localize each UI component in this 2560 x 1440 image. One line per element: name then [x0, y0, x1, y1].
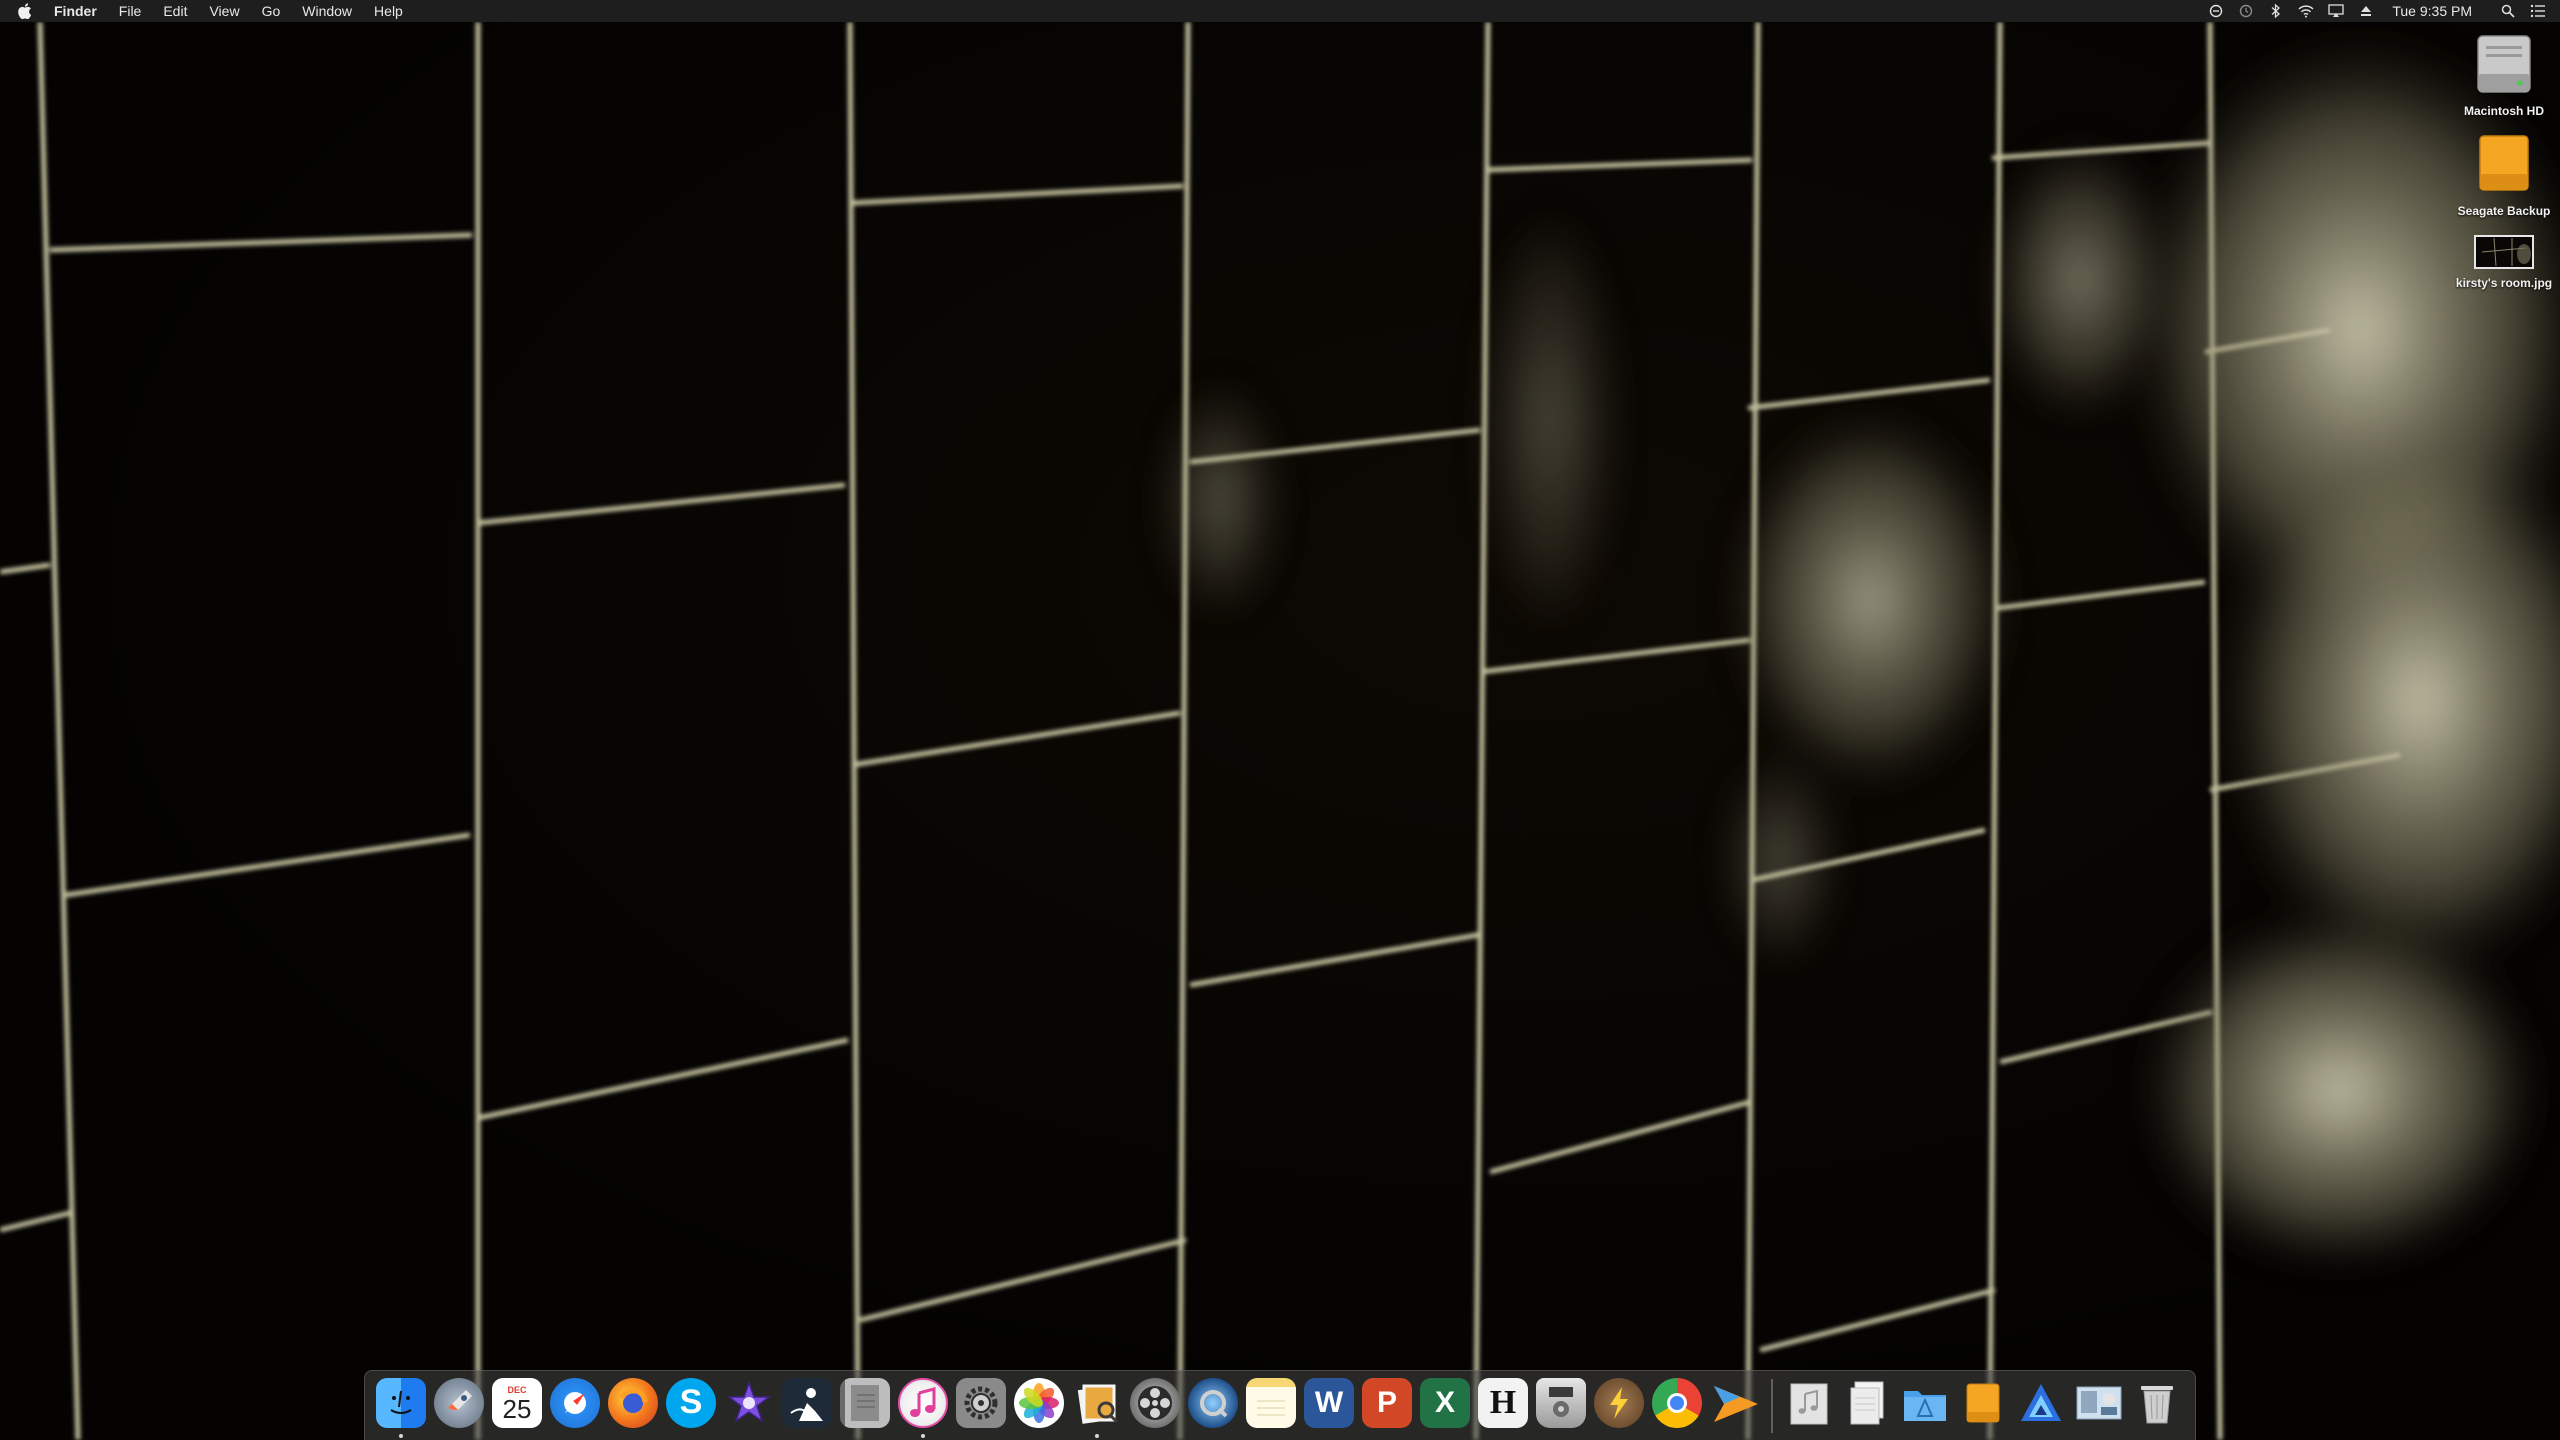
airplay-icon[interactable] [2328, 3, 2345, 19]
dock-item-skype[interactable]: S [665, 1377, 717, 1434]
documents-stack-icon [1842, 1378, 1892, 1428]
dock-item-safari[interactable] [549, 1377, 601, 1434]
menu-view[interactable]: View [209, 3, 239, 19]
dock-item-dvd-player[interactable] [1129, 1377, 1181, 1434]
dock-item-photos[interactable] [1013, 1377, 1065, 1434]
excel-icon: X [1420, 1377, 1470, 1428]
image-file-icon [2074, 1378, 2124, 1428]
tile-wall-pattern [0, 21, 2560, 1440]
chrome-icon [1652, 1377, 1702, 1428]
dock-item-kindle[interactable] [781, 1377, 833, 1434]
trash-icon [2132, 1378, 2182, 1428]
menu-go[interactable]: Go [262, 3, 281, 19]
spotlight-icon[interactable] [2500, 3, 2516, 19]
dock-item-seagate-backup[interactable] [1957, 1378, 2009, 1434]
desktop-icon-macintosh-hd[interactable]: Macintosh HD [2434, 30, 2560, 118]
eject-icon[interactable] [2358, 3, 2374, 19]
dock-item-chrome[interactable] [1651, 1377, 1703, 1434]
dock-item-powerpoint[interactable]: P [1361, 1377, 1413, 1434]
dock-item-image[interactable] [2073, 1378, 2125, 1434]
dock-item-trash[interactable] [2131, 1378, 2183, 1434]
running-indicator [921, 1433, 925, 1438]
safari-compass-icon [550, 1377, 600, 1428]
dock-item-system-preferences[interactable] [955, 1377, 1007, 1434]
dock-item-notebook[interactable] [839, 1377, 891, 1434]
dock-item-word[interactable]: W [1303, 1377, 1355, 1434]
menu-app-name[interactable]: Finder [54, 3, 97, 19]
launchpad-rocket-icon [434, 1377, 484, 1428]
dock-item-calendar[interactable]: DEC 25 [491, 1377, 543, 1434]
dock-item-imovie[interactable] [723, 1378, 775, 1434]
menu-edit[interactable]: Edit [163, 3, 187, 19]
photos-flower-icon [1014, 1377, 1064, 1428]
finder-icon [376, 1377, 426, 1428]
gear-icon [956, 1377, 1006, 1428]
dock-item-applications[interactable] [1899, 1378, 1951, 1434]
dvd-player-icon [1536, 1377, 1586, 1428]
dock-separator [1771, 1378, 1773, 1433]
dock-item-notes[interactable] [1245, 1377, 1297, 1434]
bluetooth-icon[interactable] [2268, 3, 2284, 19]
desktop-icon-label: Seagate Backup [2457, 204, 2551, 218]
hard-drive-icon [2474, 30, 2534, 100]
calendar-icon: DEC 25 [492, 1377, 542, 1428]
desktop-icon-label: kirsty's room.jpg [2455, 276, 2553, 290]
film-reel-icon [1130, 1377, 1180, 1428]
quicktime-icon [1188, 1377, 1238, 1428]
preview-photos-icon [1072, 1378, 1122, 1428]
running-indicator [1095, 1433, 1099, 1438]
imovie-star-icon [724, 1378, 774, 1428]
dock: DEC 25 S W P X H [364, 1370, 2196, 1440]
itunes-note-icon [898, 1377, 948, 1428]
notification-center-icon[interactable] [2530, 3, 2546, 19]
notebook-icon [840, 1377, 890, 1428]
desktop-icon-label: Macintosh HD [2463, 104, 2544, 118]
kindle-reader-icon [782, 1377, 832, 1428]
hemingway-icon: H [1478, 1377, 1528, 1428]
skype-icon: S [666, 1377, 716, 1428]
infuse-icon [1710, 1378, 1760, 1428]
notes-icon [1246, 1377, 1296, 1428]
dock-item-hemingway[interactable]: H [1477, 1377, 1529, 1434]
applications-folder-icon [1900, 1378, 1950, 1428]
external-drive-icon [1958, 1378, 2008, 1428]
dock-item-preview[interactable] [1071, 1378, 1123, 1438]
dock-item-reeder[interactable] [1593, 1377, 1645, 1434]
menu-window[interactable]: Window [302, 3, 352, 19]
calendar-month: DEC [507, 1384, 527, 1395]
external-drive-icon [2474, 130, 2534, 200]
do-not-disturb-icon[interactable] [2208, 3, 2224, 19]
dock-item-finder[interactable] [375, 1377, 427, 1438]
word-icon: W [1304, 1377, 1354, 1428]
music-folder-icon [1784, 1378, 1834, 1428]
firefox-icon [608, 1377, 658, 1428]
menu-clock[interactable]: Tue 9:35 PM [2392, 3, 2472, 19]
bolt-icon [1594, 1377, 1644, 1428]
powerpoint-icon: P [1362, 1377, 1412, 1428]
desktop-wallpaper [0, 0, 2560, 1440]
time-machine-icon[interactable] [2238, 3, 2254, 19]
wifi-icon[interactable] [2298, 3, 2314, 19]
dock-item-firefox[interactable] [607, 1377, 659, 1434]
dock-item-quicktime[interactable] [1187, 1377, 1239, 1434]
dock-item-launchpad[interactable] [433, 1377, 485, 1434]
calendar-day: 25 [502, 1393, 532, 1424]
desktop-icon-kirstys-room[interactable]: kirsty's room.jpg [2434, 232, 2560, 290]
dock-item-dvd[interactable] [1535, 1377, 1587, 1434]
dock-item-affinity[interactable] [2015, 1378, 2067, 1434]
dock-item-itunes[interactable] [897, 1377, 949, 1438]
dock-item-excel[interactable]: X [1419, 1377, 1471, 1434]
dock-item-music-folder[interactable] [1783, 1378, 1835, 1434]
affinity-icon [2016, 1378, 2066, 1428]
apple-menu-icon[interactable] [18, 3, 34, 19]
dock-item-infuse[interactable] [1709, 1378, 1761, 1434]
dock-item-documents[interactable] [1841, 1378, 1893, 1434]
image-file-icon [2474, 232, 2534, 272]
menu-help[interactable]: Help [374, 3, 403, 19]
desktop-icon-seagate-backup[interactable]: Seagate Backup [2434, 130, 2560, 218]
running-indicator [399, 1433, 403, 1438]
menu-file[interactable]: File [119, 3, 142, 19]
menu-bar: Finder File Edit View Go Window Help Tue… [0, 0, 2560, 22]
